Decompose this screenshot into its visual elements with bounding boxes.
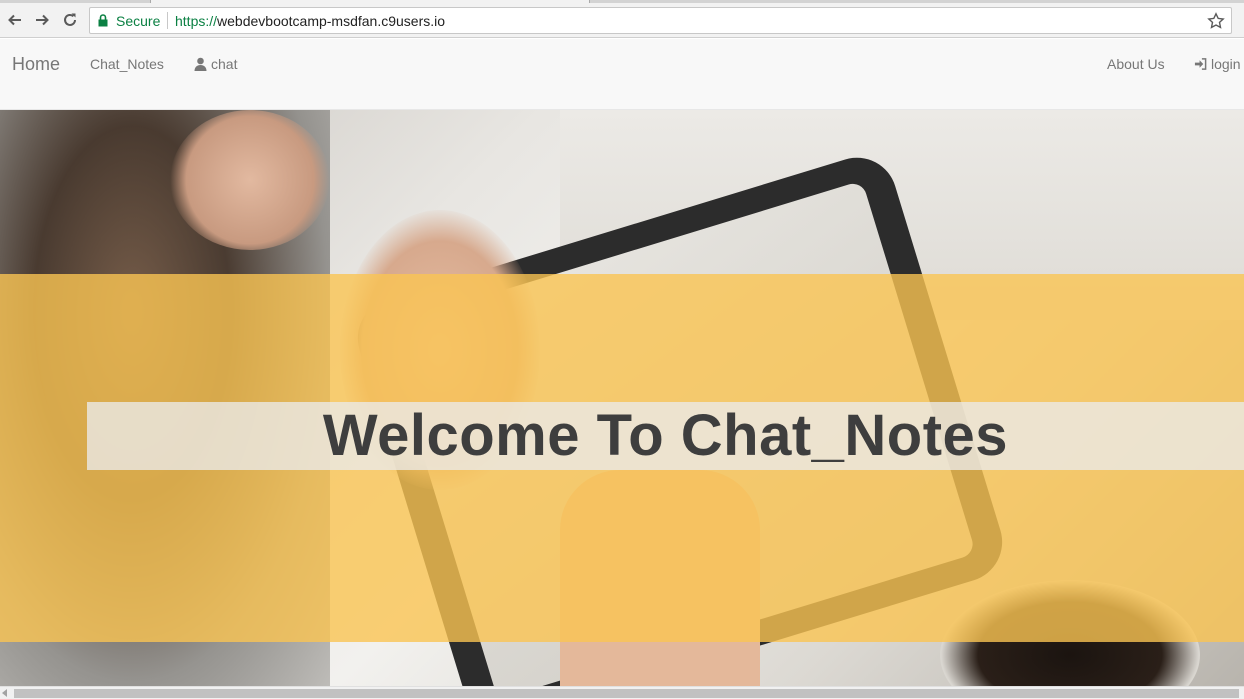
back-arrow-icon[interactable] — [4, 9, 26, 31]
address-bar[interactable]: Secure https://webdevbootcamp-msdfan.c9u… — [89, 7, 1232, 34]
forward-arrow-icon[interactable] — [31, 9, 53, 31]
nav-link-label: About Us — [1107, 56, 1165, 72]
address-divider — [167, 12, 168, 29]
nav-link-login[interactable]: login — [1194, 56, 1241, 72]
hero-section: Welcome To Chat_Notes — [0, 110, 1244, 686]
nav-link-label: login — [1211, 56, 1241, 72]
home-brand-link[interactable]: Home — [12, 54, 60, 75]
site-navbar: Home Chat_Notes chat About Us login — [0, 39, 1244, 110]
hero-title: Welcome To Chat_Notes — [322, 403, 1009, 468]
nav-link-label: Chat_Notes — [90, 56, 164, 72]
login-icon — [1194, 58, 1207, 70]
url-text[interactable]: https://webdevbootcamp-msdfan.c9users.io — [175, 13, 445, 29]
nav-link-chat[interactable]: chat — [194, 56, 237, 72]
scrollbar-thumb[interactable] — [14, 689, 1239, 698]
url-host: webdevbootcamp-msdfan.c9users.io — [217, 13, 446, 29]
nav-link-chat-notes[interactable]: Chat_Notes — [90, 56, 164, 72]
secure-label: Secure — [116, 13, 161, 29]
star-icon[interactable] — [1207, 12, 1225, 30]
horizontal-scrollbar[interactable] — [0, 686, 1244, 699]
nav-link-about-us[interactable]: About Us — [1107, 56, 1165, 72]
browser-toolbar: Secure https://webdevbootcamp-msdfan.c9u… — [0, 3, 1244, 38]
lock-icon — [98, 14, 108, 27]
reload-icon[interactable] — [59, 9, 81, 31]
url-scheme: https:// — [175, 13, 218, 29]
user-icon — [194, 57, 207, 71]
scroll-left-icon[interactable] — [2, 689, 7, 697]
nav-link-label: chat — [211, 56, 238, 72]
